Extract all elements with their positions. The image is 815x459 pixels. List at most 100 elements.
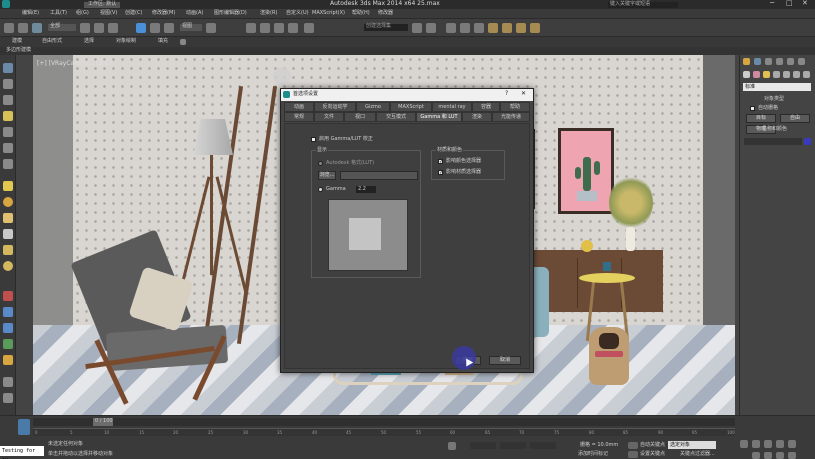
menu-item-create[interactable]: 创建(C) — [125, 11, 142, 16]
gamma-radio[interactable] — [318, 187, 323, 192]
time-slider[interactable]: 0 / 100 — [33, 418, 735, 426]
tab-inverse-kinematics[interactable]: 反向运动学 — [314, 102, 356, 112]
rect-selection-icon[interactable] — [108, 23, 118, 33]
snap-toggle-icon[interactable] — [246, 23, 256, 33]
maximize-viewport-icon[interactable] — [788, 452, 796, 459]
tab-gamma-lut[interactable]: Gamma 和 LUT — [416, 112, 462, 122]
angle-snap-icon[interactable] — [260, 23, 270, 33]
menu-item-help[interactable]: 帮助(H) — [352, 11, 370, 16]
set-key-button[interactable]: 设置关键点 — [640, 452, 665, 457]
selection-filter-dropdown[interactable]: 全部 — [48, 24, 76, 31]
add-time-tag-button[interactable]: 添加时间标记 — [578, 452, 608, 457]
lights-icon[interactable] — [763, 71, 770, 78]
lut-radio[interactable] — [318, 161, 323, 166]
time-slider-handle[interactable]: 0 / 100 — [93, 418, 113, 426]
render-production-icon[interactable] — [530, 23, 540, 33]
affect-color-selector-checkbox[interactable]: ✓ — [438, 159, 443, 165]
tool-icon-17[interactable] — [3, 339, 13, 349]
ribbon-toggle-icon[interactable] — [180, 39, 186, 45]
object-type-header[interactable]: 对象类型 — [764, 97, 784, 102]
menu-item-maxscript[interactable]: MAXScript(X) — [312, 11, 345, 16]
pan-icon[interactable] — [764, 452, 772, 459]
app-logo-icon[interactable] — [2, 0, 10, 8]
tool-icon-14[interactable] — [3, 291, 13, 301]
tool-icon-12[interactable] — [3, 245, 13, 255]
auto-key-icon[interactable] — [628, 442, 638, 449]
tab-maxscript[interactable]: MAXScript — [390, 102, 432, 112]
auto-grid-checkbox[interactable] — [750, 106, 755, 111]
coord-z-input[interactable] — [530, 442, 556, 449]
shapes-icon[interactable] — [753, 71, 760, 78]
workspace-dropdown[interactable]: 工作区: 默认 — [84, 2, 121, 8]
tool-icon-19[interactable] — [3, 377, 13, 387]
ribbon-tab-populate[interactable]: 填充 — [158, 39, 168, 44]
viewcube-icon[interactable] — [273, 67, 291, 85]
tool-icon-13[interactable] — [3, 261, 13, 271]
maximize-icon[interactable]: □ — [786, 0, 793, 7]
mirror-icon[interactable] — [412, 23, 422, 33]
tab-gizmo[interactable]: Gizmo — [356, 102, 390, 112]
next-frame-icon[interactable] — [776, 440, 784, 448]
go-to-start-icon[interactable] — [740, 440, 748, 448]
named-selection-icon[interactable] — [304, 23, 314, 33]
object-color-swatch[interactable] — [804, 138, 811, 145]
tab-viewports[interactable]: 视口 — [344, 112, 376, 122]
curve-editor-icon[interactable] — [460, 23, 470, 33]
menu-item-customize[interactable]: 自定义(U) — [286, 11, 309, 16]
cancel-button[interactable]: 取消 — [489, 356, 521, 365]
tool-icon-6[interactable] — [3, 143, 13, 153]
tool-icon-4[interactable] — [3, 111, 13, 121]
trackbar[interactable]: 0 5 10 15 20 25 30 35 40 45 50 55 60 65 70 75 80 85 90 95 10… — [33, 428, 735, 436]
display-tab-icon[interactable] — [787, 58, 794, 65]
tool-icon-15[interactable] — [3, 307, 13, 317]
tab-mental-ray[interactable]: mental ray — [432, 102, 472, 112]
hierarchy-tab-icon[interactable] — [765, 58, 772, 65]
mini-listener-icon[interactable] — [18, 419, 30, 435]
browse-button[interactable]: 浏览... — [318, 171, 336, 180]
menu-item-group[interactable]: 组(G) — [76, 11, 89, 16]
tab-animation[interactable]: 动画 — [284, 102, 314, 112]
free-camera-button[interactable]: 自由 — [780, 114, 810, 123]
rotate-icon[interactable] — [150, 23, 160, 33]
align-icon[interactable] — [426, 23, 436, 33]
modify-tab-icon[interactable] — [754, 58, 761, 65]
helpers-icon[interactable] — [783, 71, 790, 78]
schematic-view-icon[interactable] — [474, 23, 484, 33]
tool-icon-10[interactable] — [3, 213, 13, 223]
dialog-close-button[interactable]: ✕ — [521, 91, 526, 97]
play-icon[interactable] — [764, 440, 772, 448]
menu-item-tools[interactable]: 工具(T) — [50, 11, 67, 16]
tool-icon-7[interactable] — [3, 159, 13, 169]
tool-icon-9[interactable] — [3, 197, 13, 207]
close-icon[interactable]: ✕ — [802, 0, 808, 7]
tool-icon-1[interactable] — [3, 63, 13, 73]
menu-item-modifiers[interactable]: 修改器(M) — [152, 11, 175, 16]
tool-icon-18[interactable] — [3, 355, 13, 365]
menu-item-edit[interactable]: 编辑(E) — [22, 11, 39, 16]
orbit-icon[interactable] — [776, 452, 784, 459]
ribbon-tab-object-paint[interactable]: 对象绘制 — [116, 39, 136, 44]
tab-help[interactable]: 帮助 — [500, 102, 530, 112]
tab-radiosity[interactable]: 光能传递 — [492, 112, 530, 122]
scale-icon[interactable] — [164, 23, 174, 33]
systems-icon[interactable] — [803, 71, 810, 78]
tool-icon-5[interactable] — [3, 127, 13, 137]
ribbon-tab-freeform[interactable]: 自由形式 — [42, 39, 62, 44]
tool-icon-16[interactable] — [3, 323, 13, 333]
material-editor-icon[interactable] — [488, 23, 498, 33]
menu-item-rendering[interactable]: 渲染(R) — [260, 11, 277, 16]
redo-icon[interactable] — [18, 23, 28, 33]
affect-material-selector-checkbox[interactable]: ✓ — [438, 170, 443, 176]
menu-item-animation[interactable]: 动画(A) — [186, 11, 203, 16]
percent-snap-icon[interactable] — [274, 23, 284, 33]
menu-item-modifier-extra[interactable]: 修改器 — [378, 11, 393, 16]
menu-item-graph-editors[interactable]: 图形编辑器(D) — [214, 11, 247, 16]
undo-icon[interactable] — [4, 23, 14, 33]
pivot-icon[interactable] — [206, 23, 216, 33]
spacewarps-icon[interactable] — [793, 71, 800, 78]
tool-icon-20[interactable] — [3, 393, 13, 403]
minimize-icon[interactable]: ─ — [770, 0, 774, 7]
select-object-icon[interactable] — [80, 23, 90, 33]
utilities-tab-icon[interactable] — [798, 58, 805, 65]
tool-icon-3[interactable] — [3, 95, 13, 105]
